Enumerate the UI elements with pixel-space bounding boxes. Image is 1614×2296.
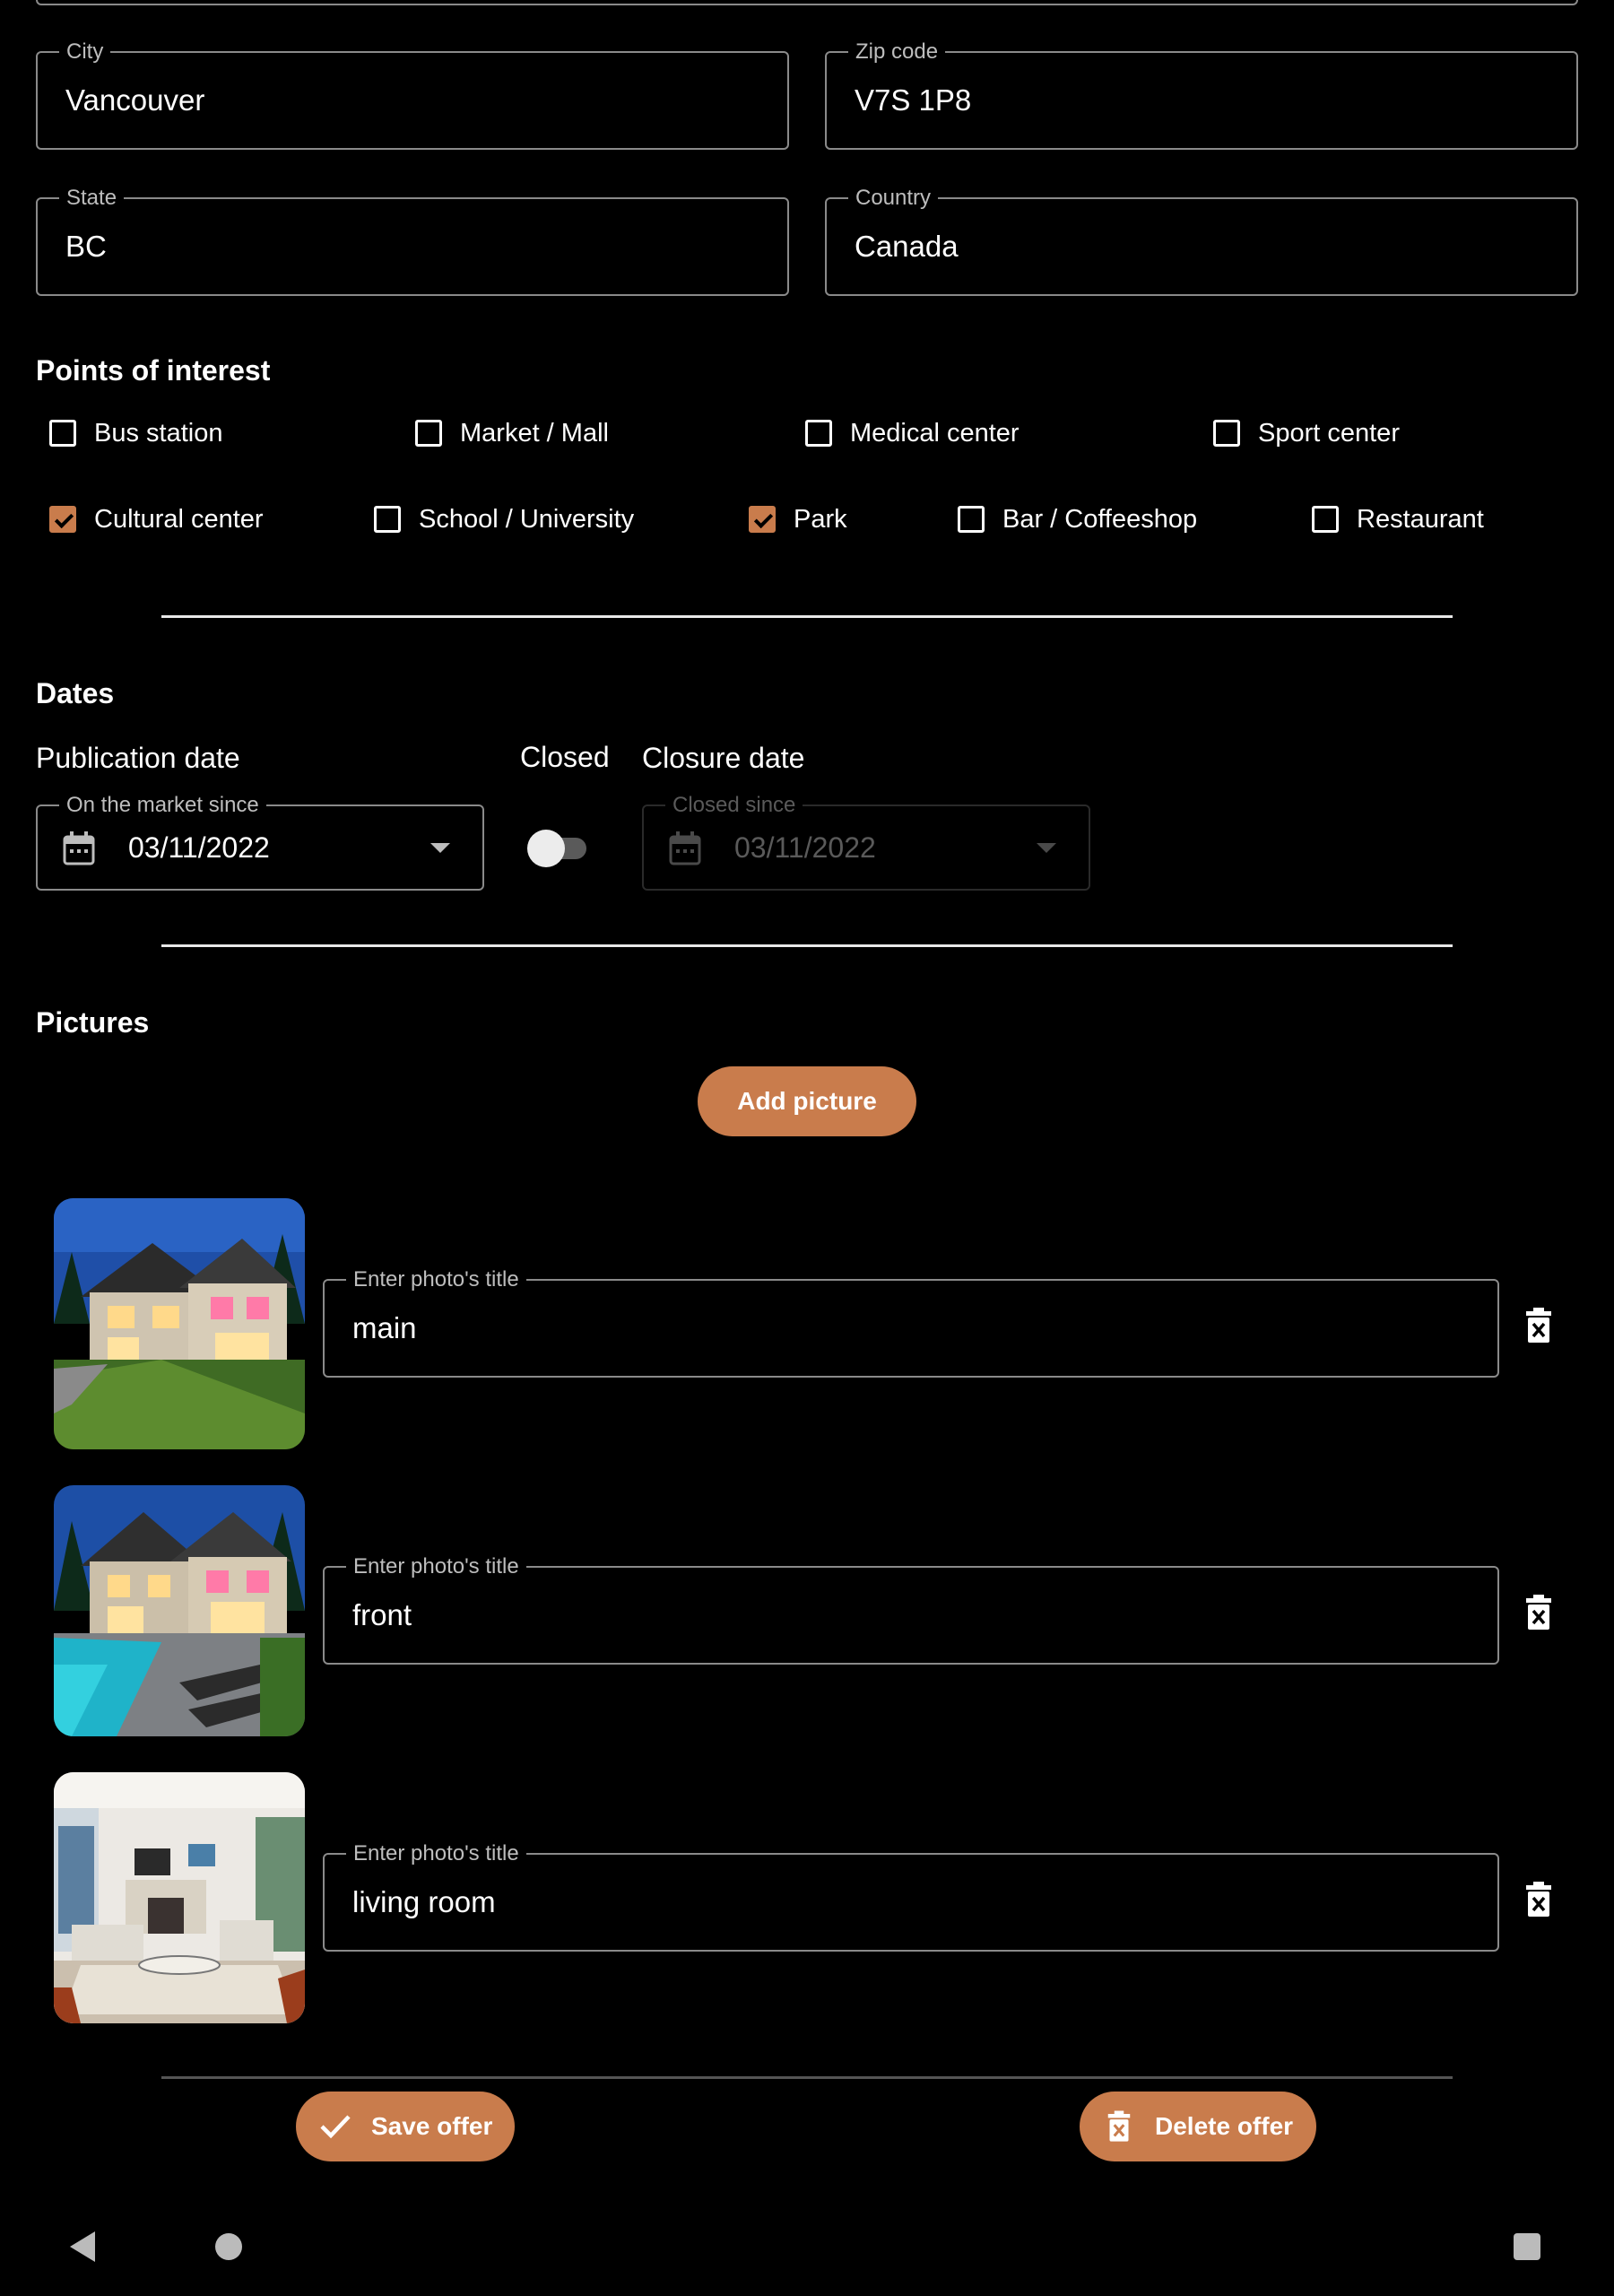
photo-title-value: front bbox=[352, 1598, 412, 1631]
checkbox-label: Restaurant bbox=[1357, 504, 1484, 534]
checkbox-label: Sport center bbox=[1258, 418, 1400, 448]
checkbox-box[interactable] bbox=[958, 506, 985, 533]
checkbox-box[interactable] bbox=[1312, 506, 1339, 533]
check-icon bbox=[319, 2114, 351, 2139]
save-offer-label: Save offer bbox=[371, 2112, 493, 2140]
delete-offer-label: Delete offer bbox=[1155, 2112, 1294, 2140]
closed-since-value: 03/11/2022 bbox=[734, 831, 876, 864]
checkbox-cultural-center[interactable]: Cultural center bbox=[49, 501, 264, 537]
checkbox-label: Cultural center bbox=[94, 504, 264, 534]
photo-title-field[interactable]: Enter photo's title front bbox=[323, 1555, 1499, 1665]
checkbox-sport-center[interactable]: Sport center bbox=[1213, 415, 1400, 451]
previous-field-border bbox=[36, 0, 1578, 5]
checkbox-box[interactable] bbox=[49, 506, 76, 533]
checkbox-label: Market / Mall bbox=[460, 418, 609, 448]
checkbox-label: Bar / Coffeeshop bbox=[1002, 504, 1198, 534]
home-nav-icon[interactable] bbox=[215, 2233, 242, 2260]
photo-title-field[interactable]: Enter photo's title main bbox=[323, 1268, 1499, 1378]
calendar-icon bbox=[669, 831, 701, 870]
photo-title-value: living room bbox=[352, 1885, 496, 1918]
save-offer-button[interactable]: Save offer bbox=[296, 2092, 515, 2161]
checkbox-park[interactable]: Park bbox=[749, 501, 847, 537]
back-nav-icon[interactable] bbox=[70, 2231, 97, 2266]
divider bbox=[161, 2076, 1453, 2079]
market-since-field[interactable]: On the market since 03/11/2022 bbox=[36, 794, 484, 891]
pictures-title: Pictures bbox=[36, 1006, 150, 1039]
recents-nav-icon[interactable] bbox=[1514, 2233, 1540, 2260]
dropdown-arrow-icon bbox=[1037, 842, 1056, 858]
state-value: BC bbox=[65, 230, 107, 263]
checkbox-box[interactable] bbox=[805, 420, 832, 447]
add-picture-button[interactable]: Add picture bbox=[698, 1066, 916, 1136]
checkbox-box[interactable] bbox=[415, 420, 442, 447]
checkbox-box[interactable] bbox=[749, 506, 776, 533]
house-exterior-photo bbox=[54, 1198, 305, 1449]
photo-title-value: main bbox=[352, 1311, 417, 1344]
checkbox-medical-center[interactable]: Medical center bbox=[805, 415, 1020, 451]
photo-title-field[interactable]: Enter photo's title living room bbox=[323, 1842, 1499, 1952]
divider bbox=[161, 615, 1453, 618]
checkbox-label: Bus station bbox=[94, 418, 223, 448]
checkbox-restaurant[interactable]: Restaurant bbox=[1312, 501, 1484, 537]
city-field[interactable]: City Vancouver bbox=[36, 40, 789, 150]
closed-toggle-thumb[interactable] bbox=[527, 830, 565, 867]
country-field[interactable]: Country Canada bbox=[825, 187, 1578, 296]
house-pool-photo bbox=[54, 1485, 305, 1736]
checkbox-bar-coffeeshop[interactable]: Bar / Coffeeshop bbox=[958, 501, 1197, 537]
country-value: Canada bbox=[855, 230, 959, 263]
closed-since-field: Closed since 03/11/2022 bbox=[642, 794, 1090, 891]
closure-date-label: Closure date bbox=[642, 742, 805, 774]
checkbox-box[interactable] bbox=[374, 506, 401, 533]
checkbox-label: Park bbox=[794, 504, 847, 534]
checkbox-box[interactable] bbox=[49, 420, 76, 447]
checkbox-label: School / University bbox=[419, 504, 635, 534]
points-of-interest-title: Points of interest bbox=[36, 354, 271, 387]
closed-label: Closed bbox=[520, 741, 610, 773]
zip-code-value: V7S 1P8 bbox=[855, 83, 972, 117]
state-field[interactable]: State BC bbox=[36, 187, 789, 296]
calendar-icon bbox=[63, 831, 95, 870]
checkbox-bus-station[interactable]: Bus station bbox=[49, 415, 222, 451]
delete-icon bbox=[1106, 2110, 1132, 2143]
checkbox-label: Medical center bbox=[850, 418, 1020, 448]
delete-offer-button[interactable]: Delete offer bbox=[1080, 2092, 1316, 2161]
divider bbox=[161, 944, 1453, 947]
checkbox-market-mall[interactable]: Market / Mall bbox=[415, 415, 609, 451]
checkbox-box[interactable] bbox=[1213, 420, 1240, 447]
delete-photo-icon[interactable] bbox=[1524, 1595, 1553, 1631]
market-since-value: 03/11/2022 bbox=[128, 831, 270, 864]
living-room-photo bbox=[54, 1772, 305, 2023]
publication-date-label: Publication date bbox=[36, 742, 240, 774]
checkbox-school-university[interactable]: School / University bbox=[374, 501, 634, 537]
delete-photo-icon[interactable] bbox=[1524, 1882, 1553, 1918]
delete-photo-icon[interactable] bbox=[1524, 1308, 1553, 1344]
city-value: Vancouver bbox=[65, 83, 205, 117]
zip-code-field[interactable]: Zip code V7S 1P8 bbox=[825, 40, 1578, 150]
dates-title: Dates bbox=[36, 677, 115, 709]
dropdown-arrow-icon[interactable] bbox=[430, 842, 450, 858]
